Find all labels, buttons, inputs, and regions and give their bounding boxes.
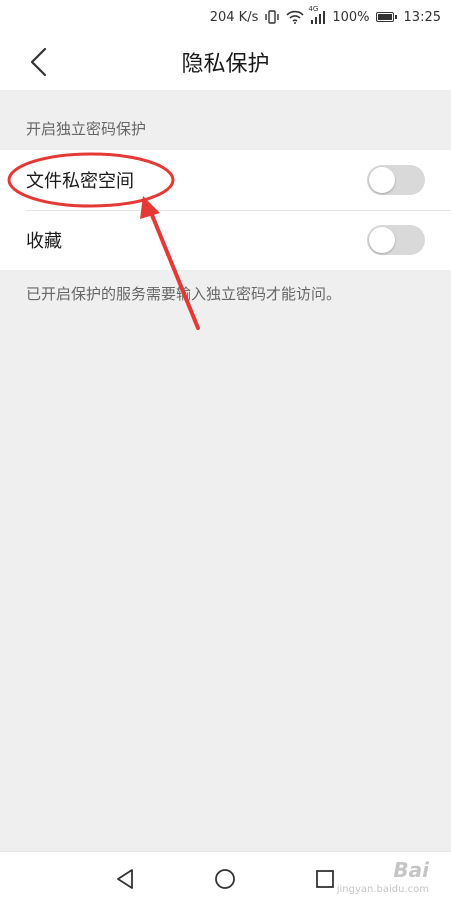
triangle-back-icon bbox=[117, 869, 133, 889]
nav-back-button[interactable] bbox=[111, 865, 139, 893]
private-space-toggle[interactable] bbox=[367, 165, 425, 195]
circle-home-icon bbox=[215, 869, 235, 889]
signal-icon: 4G bbox=[308, 5, 326, 24]
baidu-watermark: Bai bbox=[393, 858, 429, 882]
setting-row-private-space[interactable]: 文件私密空间 bbox=[0, 150, 451, 210]
nav-recents-button[interactable] bbox=[311, 865, 339, 893]
baidu-watermark-url: jingyan.baidu.com bbox=[336, 884, 429, 895]
setting-row-favorites[interactable]: 收藏 bbox=[0, 210, 451, 270]
favorites-toggle[interactable] bbox=[367, 225, 425, 255]
chevron-left-icon bbox=[30, 47, 47, 77]
back-button[interactable] bbox=[20, 44, 56, 80]
setting-label: 文件私密空间 bbox=[26, 171, 134, 192]
page-title: 隐私保护 bbox=[181, 52, 270, 77]
setting-label: 收藏 bbox=[26, 231, 62, 252]
section-label: 开启独立密码保护 bbox=[26, 120, 147, 138]
wifi-icon bbox=[286, 10, 304, 24]
square-recents-icon bbox=[316, 870, 334, 888]
clock: 13:25 bbox=[403, 9, 441, 25]
network-type: 4G bbox=[308, 4, 319, 13]
footnote: 已开启保护的服务需要输入独立密码才能访问。 bbox=[26, 285, 342, 303]
settings-list: 文件私密空间 收藏 bbox=[0, 150, 451, 270]
battery-icon bbox=[375, 12, 397, 22]
vibrate-icon bbox=[264, 10, 280, 24]
network-speed: 204 K/s bbox=[209, 9, 259, 25]
header: 隐私保护 bbox=[0, 34, 451, 90]
status-bar: 204 K/s 4G 100% 13:25 bbox=[0, 0, 451, 34]
battery-percent: 100% bbox=[332, 9, 370, 25]
nav-home-button[interactable] bbox=[211, 865, 239, 893]
system-nav-bar bbox=[0, 851, 451, 905]
